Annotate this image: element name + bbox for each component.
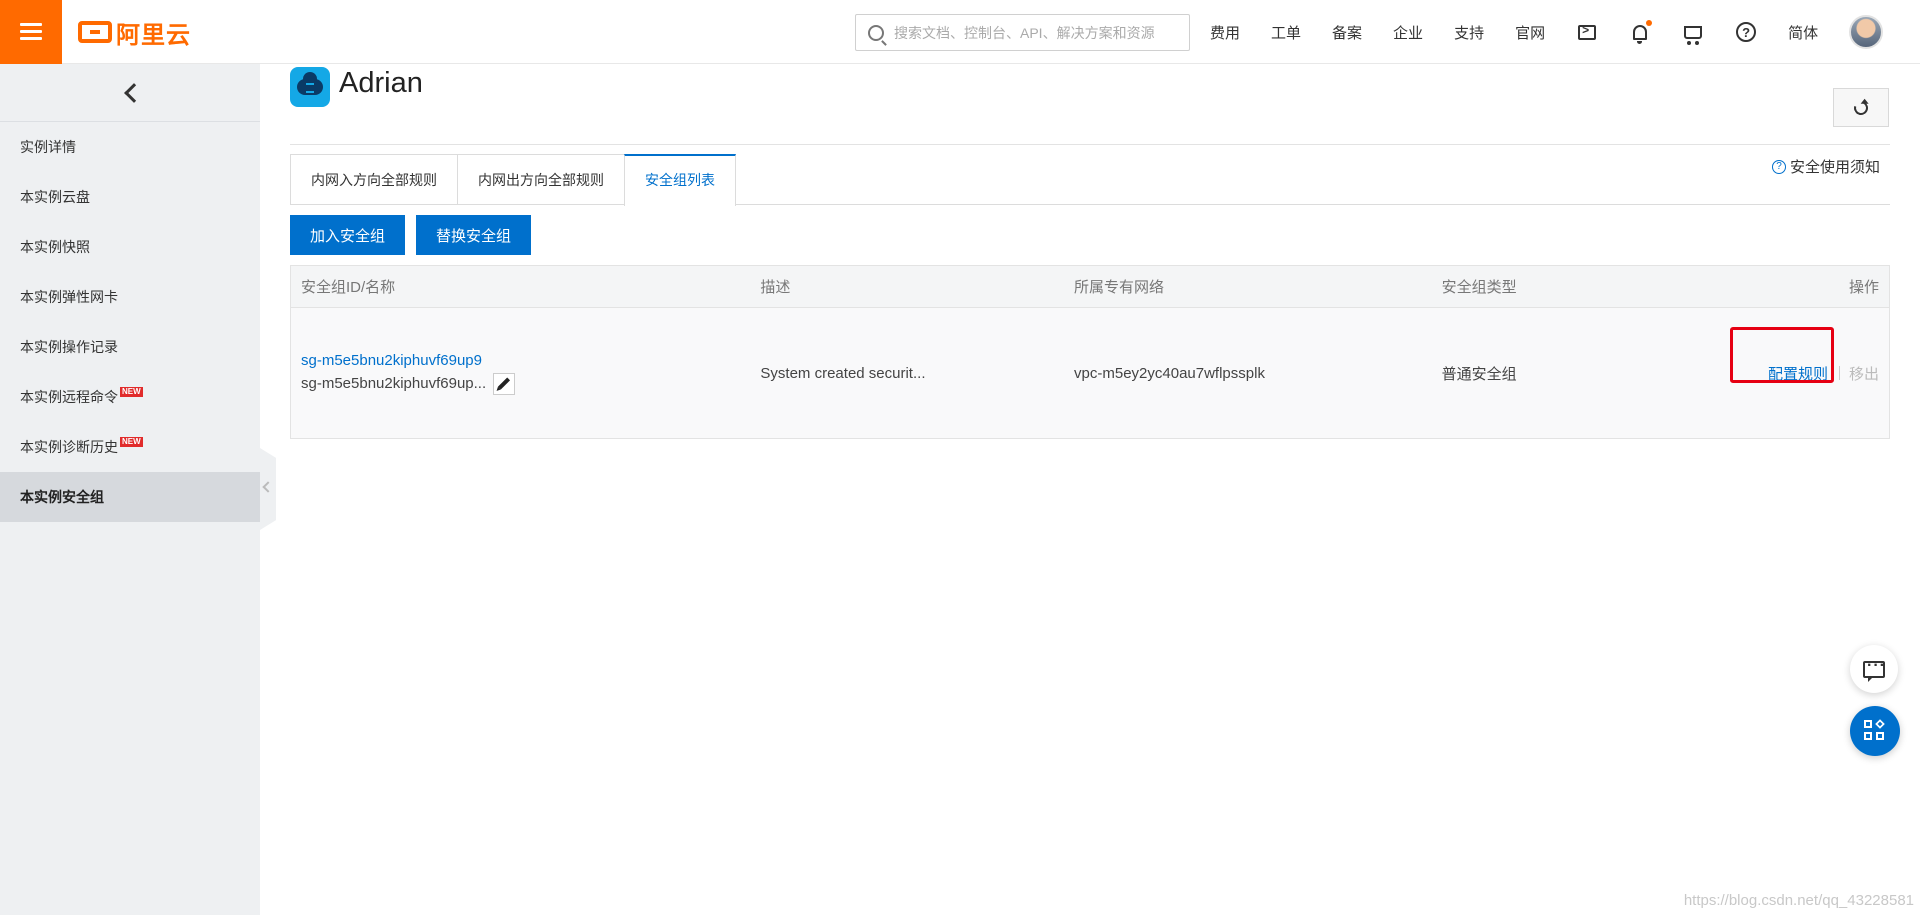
search-box[interactable] xyxy=(855,14,1190,51)
action-buttons: 加入安全组 替换安全组 xyxy=(290,215,532,255)
sidebar-item-operation-logs[interactable]: 本实例操作记录 xyxy=(0,322,260,372)
tab-bar: 内网入方向全部规则 内网出方向全部规则 安全组列表 xyxy=(290,154,736,206)
replace-security-group-button[interactable]: 替换安全组 xyxy=(416,215,532,255)
aliyun-logo[interactable]: 阿里云 xyxy=(78,16,191,49)
back-button[interactable] xyxy=(0,64,260,122)
security-notice-label: 安全使用须知 xyxy=(1789,159,1880,176)
tab-security-group-list[interactable]: 安全组列表 xyxy=(624,154,736,206)
nav-fees[interactable]: 费用 xyxy=(1210,22,1240,43)
top-bar: 阿里云 费用 工单 备案 企业 支持 官网 ? 简体 xyxy=(0,0,1920,64)
security-group-name: sg-m5e5bnu2kiphuvf69up... xyxy=(301,375,487,392)
column-header-actions: 操作 xyxy=(1848,279,1879,296)
chevron-left-icon xyxy=(124,82,144,103)
refresh-icon xyxy=(1851,97,1871,118)
cell-type: 普通安全组 xyxy=(1441,365,1517,383)
instance-icon xyxy=(290,67,330,107)
join-security-group-button[interactable]: 加入安全组 xyxy=(290,215,406,255)
cloud-server-icon xyxy=(297,72,323,95)
apps-button[interactable] xyxy=(1850,706,1900,756)
sidebar-item-remote-commands[interactable]: 本实例远程命令 NEW xyxy=(0,372,260,422)
tab-outbound-rules[interactable]: 内网出方向全部规则 xyxy=(457,154,625,205)
bell-icon xyxy=(1633,24,1648,44)
sidebar: 实例详情 本实例云盘 本实例快照 本实例弹性网卡 本实例操作记录 本实例远程命令… xyxy=(0,64,260,915)
logo-text: 阿里云 xyxy=(116,21,191,49)
tabs-divider xyxy=(290,204,1890,205)
new-badge: NEW xyxy=(120,437,143,447)
notifications-button[interactable] xyxy=(1629,20,1653,44)
nav-icp[interactable]: 备案 xyxy=(1332,22,1362,43)
chat-icon xyxy=(1863,657,1886,682)
configure-rules-link[interactable]: 配置规则 xyxy=(1729,326,1834,384)
nav-official-site[interactable]: 官网 xyxy=(1515,22,1545,43)
search-input[interactable] xyxy=(894,24,1174,41)
sidebar-item-diagnosis-history[interactable]: 本实例诊断历史 NEW xyxy=(0,422,260,472)
logo-mark-icon xyxy=(78,21,112,43)
column-header-vpc: 所属专有网络 xyxy=(1074,279,1165,296)
title-row: Adrian xyxy=(290,64,1890,144)
edit-name-button[interactable] xyxy=(493,372,516,395)
nav-tickets[interactable]: 工单 xyxy=(1271,22,1301,43)
menu-button[interactable] xyxy=(0,0,62,64)
sidebar-item-security-groups[interactable]: 本实例安全组 xyxy=(0,472,260,522)
sidebar-collapse-handle[interactable] xyxy=(260,448,276,530)
cell-vpc: vpc-m5ey2yc40au7wflpssplk xyxy=(1074,364,1265,382)
watermark: https://blog.csdn.net/qq_43228581 xyxy=(1683,892,1914,909)
security-group-id-link[interactable]: sg-m5e5bnu2kiphuvf69up9 xyxy=(301,352,760,369)
security-notice-link[interactable]: ? 安全使用须知 xyxy=(1771,156,1880,177)
pencil-icon xyxy=(498,377,511,390)
user-avatar[interactable] xyxy=(1849,15,1884,49)
question-icon: ? xyxy=(1771,159,1786,174)
cell-actions: 配置规则 移出 xyxy=(1721,326,1889,384)
configure-rules-label: 配置规则 xyxy=(1767,365,1828,383)
remove-link[interactable]: 移出 xyxy=(1849,363,1879,384)
new-badge: NEW xyxy=(120,387,143,397)
chat-button[interactable] xyxy=(1850,645,1898,693)
row-actions: 配置规则 移出 xyxy=(1721,326,1879,384)
column-header-description: 描述 xyxy=(760,279,791,296)
sidebar-item-instance-details[interactable]: 实例详情 xyxy=(0,122,260,172)
notification-dot xyxy=(1646,20,1653,26)
cell-id-name: sg-m5e5bnu2kiphuvf69up9 sg-m5e5bnu2kiphu… xyxy=(291,352,760,395)
security-group-table: 安全组ID/名称 描述 所属专有网络 安全组类型 操作 sg-m5e5bnu2k… xyxy=(290,265,1890,439)
column-header-type: 安全组类型 xyxy=(1441,279,1517,296)
search-icon xyxy=(868,24,884,41)
nav-enterprise[interactable]: 企业 xyxy=(1393,22,1423,43)
table-row: sg-m5e5bnu2kiphuvf69up9 sg-m5e5bnu2kiphu… xyxy=(291,308,1889,438)
cloud-shell-button[interactable] xyxy=(1576,21,1598,43)
action-separator xyxy=(1838,366,1840,380)
top-nav: 费用 工单 备案 企业 支持 官网 ? 简体 xyxy=(1210,0,1884,64)
cart-icon xyxy=(1684,25,1703,45)
terminal-icon xyxy=(1578,23,1597,40)
tab-inbound-rules[interactable]: 内网入方向全部规则 xyxy=(290,154,458,205)
sidebar-item-disks[interactable]: 本实例云盘 xyxy=(0,172,260,222)
table-header: 安全组ID/名称 描述 所属专有网络 安全组类型 操作 xyxy=(291,266,1889,308)
sidebar-item-eni[interactable]: 本实例弹性网卡 xyxy=(0,272,260,322)
chevron-left-icon xyxy=(262,481,274,493)
menu-icon xyxy=(20,23,42,41)
column-header-id-name: 安全组ID/名称 xyxy=(301,279,396,296)
cell-description: System created securit... xyxy=(760,364,926,382)
security-group-name-wrap: sg-m5e5bnu2kiphuvf69up... xyxy=(301,372,760,395)
sidebar-item-snapshots[interactable]: 本实例快照 xyxy=(0,222,260,272)
refresh-button[interactable] xyxy=(1833,88,1889,127)
nav-support[interactable]: 支持 xyxy=(1454,22,1484,43)
language-switch[interactable]: 简体 xyxy=(1788,22,1818,43)
help-button[interactable]: ? xyxy=(1735,21,1757,43)
page-title: Adrian xyxy=(339,67,423,99)
cart-button[interactable] xyxy=(1682,21,1704,45)
help-icon: ? xyxy=(1736,22,1757,42)
divider xyxy=(290,144,1890,145)
apps-grid-icon xyxy=(1864,719,1886,742)
